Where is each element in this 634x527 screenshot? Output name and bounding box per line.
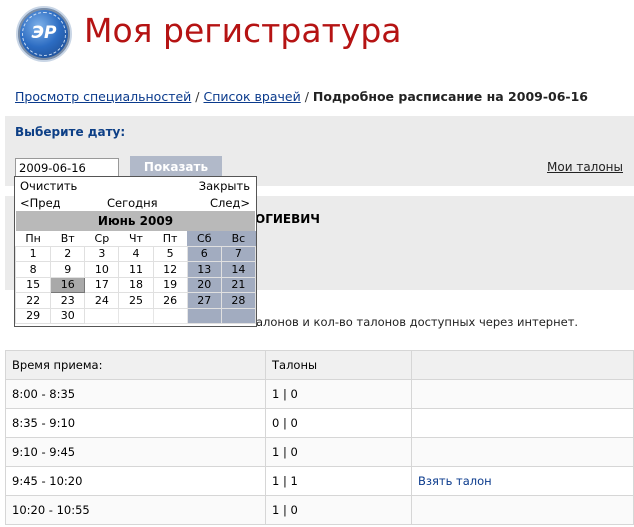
calendar-day-empty: [118, 307, 154, 324]
table-row: 10:20 - 10:55 1 | 0: [5, 495, 634, 525]
cell-action: [411, 408, 634, 438]
weekday-label: Пн: [25, 231, 41, 245]
calendar-next-button[interactable]: След>: [210, 196, 250, 210]
calendar-week: 1 2 3 4 5 6 7: [14, 245, 257, 262]
calendar-day[interactable]: 25: [118, 292, 154, 309]
weekday-label: Вс: [221, 231, 256, 246]
site-title: Моя регистратура: [84, 11, 402, 50]
calendar-day[interactable]: 1: [14, 245, 52, 262]
cell-action: [411, 495, 634, 525]
calendar-close-button[interactable]: Закрыть: [199, 179, 250, 193]
calendar-day[interactable]: 4: [118, 245, 154, 262]
cell-action: Взять талон: [411, 466, 634, 496]
calendar-nav-row: <Пред Сегодня След>: [15, 194, 256, 211]
table-row: 8:00 - 8:35 1 | 0: [5, 379, 634, 409]
calendar-day[interactable]: 8: [14, 261, 52, 278]
calendar-day[interactable]: 26: [152, 292, 188, 309]
cell-action: [411, 437, 634, 467]
breadcrumb-specialties-link[interactable]: Просмотр специальностей: [15, 89, 191, 104]
show-button[interactable]: Показать: [130, 156, 222, 178]
calendar-top-row: Очистить Закрыть: [15, 177, 256, 194]
cell-tickets: 1 | 0: [265, 495, 412, 525]
calendar-day-selected[interactable]: 16: [50, 276, 86, 293]
table-row: 9:10 - 9:45 1 | 0: [5, 437, 634, 467]
calendar-day[interactable]: 24: [84, 292, 120, 309]
weekday-label: Пт: [162, 231, 178, 245]
calendar-day[interactable]: 5: [152, 245, 188, 262]
header-time: Время приема:: [5, 350, 266, 380]
weekday-label: Чт: [129, 231, 143, 245]
date-label: Выберите дату:: [15, 125, 126, 139]
calendar-day-empty: [186, 307, 222, 324]
calendar-prev-button[interactable]: <Пред: [20, 196, 61, 210]
my-tickets-link[interactable]: Мои талоны: [547, 160, 623, 174]
calendar-day[interactable]: 2: [50, 245, 86, 262]
cell-time: 8:00 - 8:35: [5, 379, 266, 409]
doctor-name: ОГИЕВИЧ: [255, 212, 320, 226]
calendar-week: 22 23 24 25 26 27 28: [14, 292, 257, 309]
cell-time: 9:45 - 10:20: [5, 466, 266, 496]
date-input[interactable]: [15, 158, 119, 177]
calendar-week: 15 16 17 18 19 20 21: [14, 276, 257, 293]
calendar-day[interactable]: 9: [50, 261, 86, 278]
calendar-day[interactable]: 3: [84, 245, 120, 262]
date-picker-calendar: Очистить Закрыть <Пред Сегодня След> Июн…: [14, 176, 257, 327]
calendar-day[interactable]: 15: [14, 276, 52, 293]
breadcrumb-doctors-link[interactable]: Список врачей: [203, 89, 300, 104]
calendar-day-empty: [220, 307, 257, 324]
calendar-day[interactable]: 6: [186, 245, 222, 262]
cell-time: 8:35 - 9:10: [5, 408, 266, 438]
cell-time: 9:10 - 9:45: [5, 437, 266, 467]
cell-tickets: 1 | 0: [265, 379, 412, 409]
calendar-day[interactable]: 11: [118, 261, 154, 278]
calendar-day[interactable]: 12: [152, 261, 188, 278]
weekday-label: Вт: [60, 231, 75, 245]
calendar-day-empty: [84, 307, 120, 324]
breadcrumb-separator: /: [304, 89, 309, 104]
calendar-day[interactable]: 13: [186, 261, 222, 278]
weekday-label: Сб: [187, 231, 222, 246]
table-row: 8:35 - 9:10 0 | 0: [5, 408, 634, 438]
breadcrumb-current: Подробное расписание на 2009-06-16: [312, 89, 589, 104]
calendar-day[interactable]: 29: [14, 307, 52, 324]
calendar-day[interactable]: 28: [220, 292, 257, 309]
calendar-day[interactable]: 10: [84, 261, 120, 278]
calendar-day[interactable]: 19: [152, 276, 188, 293]
calendar-day[interactable]: 21: [220, 276, 257, 293]
calendar-weekday-row: Пн Вт Ср Чт Пт Сб Вс: [16, 231, 256, 246]
cell-action: [411, 379, 634, 409]
calendar-week: 29 30: [14, 307, 257, 324]
calendar-clear-button[interactable]: Очистить: [20, 179, 77, 193]
calendar-day[interactable]: 27: [186, 292, 222, 309]
schedule-table: Время приема: Талоны 8:00 - 8:35 1 | 0 8…: [5, 350, 634, 525]
header-action: [411, 350, 634, 380]
calendar-day-empty: [152, 307, 188, 324]
calendar-day[interactable]: 14: [220, 261, 257, 278]
calendar-today-button[interactable]: Сегодня: [107, 196, 158, 210]
cell-tickets: 1 | 1: [265, 466, 412, 496]
table-row: 9:45 - 10:20 1 | 1 Взять талон: [5, 466, 634, 496]
breadcrumb-separator: /: [195, 89, 200, 104]
info-text: алонов и кол-во талонов доступных через …: [256, 315, 579, 329]
weekday-label: Ср: [94, 231, 110, 245]
calendar-day[interactable]: 23: [50, 292, 86, 309]
calendar-month-title: Июнь 2009: [16, 211, 255, 231]
header-tickets: Талоны: [265, 350, 412, 380]
take-ticket-link[interactable]: Взять талон: [418, 474, 492, 488]
site-logo: ЭР: [16, 6, 72, 62]
calendar-day[interactable]: 30: [50, 307, 86, 324]
calendar-day[interactable]: 18: [118, 276, 154, 293]
calendar-week: 8 9 10 11 12 13 14: [14, 261, 257, 278]
table-header-row: Время приема: Талоны: [5, 350, 634, 380]
logo-text: ЭР: [31, 23, 57, 43]
calendar-day[interactable]: 20: [186, 276, 222, 293]
calendar-day[interactable]: 22: [14, 292, 52, 309]
calendar-day[interactable]: 17: [84, 276, 120, 293]
cell-time: 10:20 - 10:55: [5, 495, 266, 525]
cell-tickets: 1 | 0: [265, 437, 412, 467]
calendar-day[interactable]: 7: [220, 245, 257, 262]
cell-tickets: 0 | 0: [265, 408, 412, 438]
breadcrumb: Просмотр специальностей / Список врачей …: [15, 89, 588, 104]
calendar-grid: Пн Вт Ср Чт Пт Сб Вс 1 2 3 4 5 6 7 8 9 1…: [14, 231, 257, 324]
